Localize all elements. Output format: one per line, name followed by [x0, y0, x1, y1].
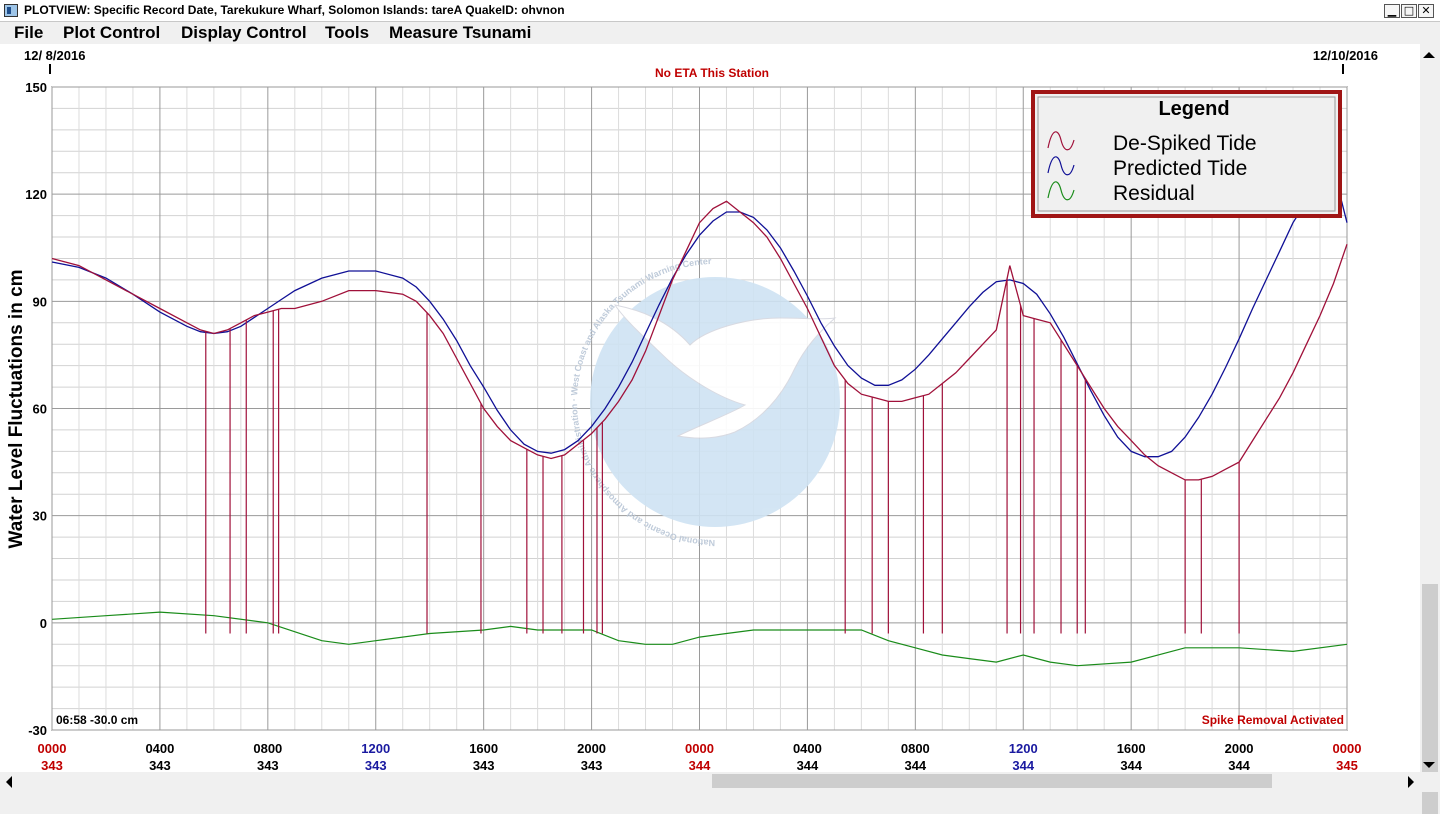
x-tick-time-label: 0800 — [901, 741, 930, 756]
legend-entry-residual: Residual — [1113, 182, 1195, 205]
y-tick-label: 0 — [40, 616, 47, 631]
spike-removal-status: Spike Removal Activated — [1202, 713, 1344, 727]
legend-title: Legend — [1158, 98, 1229, 120]
x-tick-day-label: 343 — [581, 758, 603, 772]
y-tick-label: 60 — [33, 402, 47, 417]
x-tick-day-label: 344 — [1012, 758, 1034, 772]
tide-plot[interactable]: 12/ 8/2016 12/10/2016 No ETA This Statio… — [0, 44, 1420, 773]
scroll-left-arrow-icon[interactable] — [6, 776, 12, 788]
x-tick-time-label: 0400 — [145, 741, 174, 756]
x-tick-day-label: 343 — [149, 758, 171, 772]
window-title: PLOTVIEW: Specific Record Date, Tarekuku… — [24, 3, 565, 17]
window-titlebar: PLOTVIEW: Specific Record Date, Tarekuku… — [0, 0, 1440, 22]
scroll-up-arrow-icon[interactable] — [1423, 52, 1435, 58]
start-date-label: 12/ 8/2016 — [24, 48, 85, 63]
legend-entry-despiked: De-Spiked Tide — [1113, 132, 1257, 155]
cursor-readout: 06:58 -30.0 cm — [56, 713, 138, 727]
x-tick-time-label: 0800 — [253, 741, 282, 756]
app-icon — [4, 4, 18, 17]
plot-area[interactable]: 12/ 8/2016 12/10/2016 No ETA This Statio… — [0, 44, 1420, 773]
scrollbar-corner — [1420, 772, 1440, 792]
legend-box[interactable]: Legend De-Spiked Tide Predicted Tide Res… — [1031, 90, 1342, 218]
scroll-down-arrow-icon[interactable] — [1423, 762, 1435, 768]
x-tick-day-label: 344 — [689, 758, 711, 772]
x-tick-day-label: 343 — [365, 758, 387, 772]
menu-bar: File Plot Control Display Control Tools … — [0, 22, 1440, 44]
x-tick-time-label: 0000 — [1333, 741, 1362, 756]
x-tick-time-label: 1200 — [1009, 741, 1038, 756]
horizontal-scrollbar[interactable] — [0, 772, 1420, 792]
x-tick-time-label: 1600 — [469, 741, 498, 756]
vertical-scrollbar[interactable] — [1420, 44, 1440, 814]
x-tick-time-label: 0400 — [793, 741, 822, 756]
legend-entry-predicted: Predicted Tide — [1113, 157, 1247, 180]
x-tick-day-label: 345 — [1336, 758, 1358, 772]
y-tick-label: 150 — [25, 80, 47, 95]
x-tick-time-label: 2000 — [1225, 741, 1254, 756]
x-tick-time-label: 1200 — [361, 741, 390, 756]
menu-display-control[interactable]: Display Control — [181, 23, 307, 43]
eta-text: No ETA This Station — [655, 66, 769, 80]
menu-measure-tsunami[interactable]: Measure Tsunami — [389, 23, 531, 43]
x-tick-day-label: 344 — [797, 758, 819, 772]
x-tick-day-label: 343 — [41, 758, 63, 772]
x-tick-day-label: 343 — [473, 758, 495, 772]
y-tick-label: 30 — [33, 509, 47, 524]
x-tick-time-label: 1600 — [1117, 741, 1146, 756]
maximize-button[interactable]: □ — [1401, 4, 1417, 18]
x-tick-day-label: 344 — [1120, 758, 1142, 772]
menu-file[interactable]: File — [14, 23, 43, 43]
minimize-button[interactable]: ▁ — [1384, 4, 1400, 18]
horizontal-scroll-thumb[interactable] — [712, 774, 1272, 788]
x-tick-day-label: 343 — [257, 758, 279, 772]
x-tick-day-label: 344 — [904, 758, 926, 772]
menu-tools[interactable]: Tools — [325, 23, 369, 43]
x-tick-day-label: 344 — [1228, 758, 1250, 772]
scroll-right-arrow-icon[interactable] — [1408, 776, 1414, 788]
y-tick-label: 120 — [25, 187, 47, 202]
x-tick-time-label: 2000 — [577, 741, 606, 756]
y-tick-label: 90 — [33, 294, 47, 309]
end-date-label: 12/10/2016 — [1313, 48, 1378, 63]
close-button[interactable]: ✕ — [1418, 4, 1434, 18]
x-tick-time-label: 0000 — [38, 741, 67, 756]
y-axis-ticks: 150 120 90 60 30 0 -30 — [25, 80, 47, 738]
x-tick-time-label: 0000 — [685, 741, 714, 756]
menu-plot-control[interactable]: Plot Control — [63, 23, 160, 43]
y-axis-label: Water Level Fluctuations in cm — [6, 269, 27, 548]
x-axis-ticks: 0000 343 0400 343 0800 343 1200 343 1600 343 2000 3… — [38, 741, 1362, 773]
y-tick-label: -30 — [28, 723, 47, 738]
